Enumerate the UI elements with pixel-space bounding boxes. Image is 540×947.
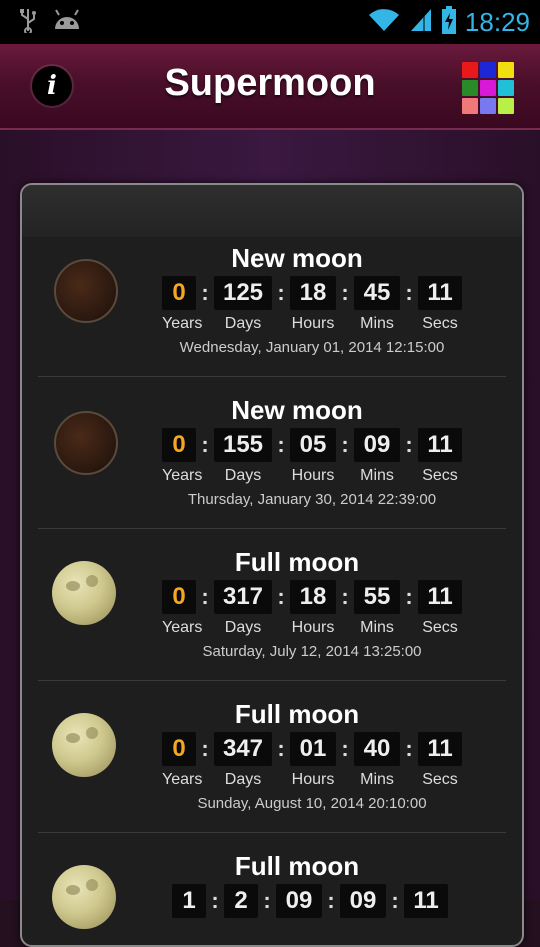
years-label: Years xyxy=(162,467,203,484)
list-item[interactable]: Full moon 1 : 2 : 09 : 09 : 11 xyxy=(22,813,522,945)
days-value: 317 xyxy=(214,580,272,614)
mins-label: Mins xyxy=(360,771,394,788)
days-label: Days xyxy=(224,315,262,332)
android-icon xyxy=(52,8,82,36)
countdown: 1 : 2 : 09 : 09 : 11 xyxy=(172,883,448,919)
event-title: New moon xyxy=(231,395,363,425)
app-title: Supermoon xyxy=(164,62,376,104)
years-value: 0 xyxy=(162,580,196,614)
mins-value: 40 xyxy=(354,732,400,766)
secs-value: 11 xyxy=(418,580,462,614)
days-value: 2 xyxy=(224,884,258,918)
hours-value: 05 xyxy=(290,428,336,462)
years-value: 0 xyxy=(162,428,196,462)
full-moon-icon xyxy=(52,561,116,625)
grid-cell-icon xyxy=(480,80,496,96)
secs-label: Secs xyxy=(422,771,458,788)
event-datetime: Sunday, August 10, 2014 20:10:00 xyxy=(197,795,427,812)
unit-labels: Years Days Hours Mins Secs xyxy=(162,467,462,487)
secs-label: Secs xyxy=(422,619,458,636)
secs-label: Secs xyxy=(422,467,458,484)
wifi-icon xyxy=(367,7,401,38)
secs-value: 11 xyxy=(418,276,462,310)
event-datetime: Wednesday, January 01, 2014 12:15:00 xyxy=(179,339,445,356)
status-time: 18:29 xyxy=(464,6,530,37)
days-value: 155 xyxy=(214,428,272,462)
list-item[interactable]: New moon 0 : 125 : 18 : 45 : 11 Years Da… xyxy=(22,205,522,377)
secs-value: 11 xyxy=(418,428,462,462)
hours-label: Hours xyxy=(291,315,335,332)
hours-value: 01 xyxy=(290,732,336,766)
hours-label: Hours xyxy=(291,467,335,484)
grid-cell-icon xyxy=(480,98,496,114)
secs-value: 11 xyxy=(418,732,462,766)
events-card: New moon 0 : 125 : 18 : 45 : 11 Years Da… xyxy=(20,183,524,947)
event-title: Full moon xyxy=(234,851,360,881)
unit-labels: Years Days Hours Mins Secs xyxy=(162,771,462,791)
new-moon-icon xyxy=(54,259,118,323)
years-value: 1 xyxy=(172,884,206,918)
battery-charging-icon xyxy=(441,5,457,39)
secs-value: 11 xyxy=(404,884,448,918)
years-label: Years xyxy=(162,315,203,332)
grid-cell-icon xyxy=(480,62,496,78)
new-moon-icon xyxy=(54,411,118,475)
years-value: 0 xyxy=(162,276,196,310)
grid-cell-icon xyxy=(498,80,514,96)
days-label: Days xyxy=(224,619,262,636)
secs-label: Secs xyxy=(422,315,458,332)
event-datetime: Thursday, January 30, 2014 22:39:00 xyxy=(187,491,437,508)
grid-cell-icon xyxy=(498,98,514,114)
signal-icon xyxy=(409,7,433,38)
mins-value: 09 xyxy=(340,884,386,918)
apps-grid-button[interactable] xyxy=(462,62,514,114)
status-bar: 18:29 xyxy=(0,0,540,44)
action-bar: i Supermoon xyxy=(0,44,540,130)
hours-label: Hours xyxy=(291,771,335,788)
countdown: 0 : 155 : 05 : 09 : 11 xyxy=(162,427,462,463)
grid-cell-icon xyxy=(462,98,478,114)
mins-value: 09 xyxy=(354,428,400,462)
hours-value: 09 xyxy=(276,884,322,918)
list-item[interactable]: New moon 0 : 155 : 05 : 09 : 11 Years Da… xyxy=(22,357,522,529)
list-item[interactable]: Full moon 0 : 347 : 01 : 40 : 11 Years D… xyxy=(22,661,522,833)
days-value: 125 xyxy=(214,276,272,310)
usb-icon xyxy=(18,7,38,38)
full-moon-icon xyxy=(52,865,116,929)
hours-label: Hours xyxy=(291,619,335,636)
unit-labels: Years Days Hours Mins Secs xyxy=(162,315,462,335)
event-title: Full moon xyxy=(234,547,360,577)
unit-labels: Years Days Hours Mins Secs xyxy=(162,619,462,639)
grid-cell-icon xyxy=(462,80,478,96)
years-label: Years xyxy=(162,771,203,788)
years-label: Years xyxy=(162,619,203,636)
event-title: New moon xyxy=(231,243,363,273)
days-label: Days xyxy=(224,771,262,788)
mins-value: 55 xyxy=(354,580,400,614)
countdown: 0 : 347 : 01 : 40 : 11 xyxy=(162,731,462,767)
mins-value: 45 xyxy=(354,276,400,310)
days-label: Days xyxy=(224,467,262,484)
mins-label: Mins xyxy=(360,315,394,332)
hours-value: 18 xyxy=(290,276,336,310)
years-value: 0 xyxy=(162,732,196,766)
grid-cell-icon xyxy=(498,62,514,78)
days-value: 347 xyxy=(214,732,272,766)
full-moon-icon xyxy=(52,713,116,777)
event-datetime: Saturday, July 12, 2014 13:25:00 xyxy=(202,643,422,660)
grid-cell-icon xyxy=(462,62,478,78)
list-item[interactable]: Full moon 0 : 317 : 18 : 55 : 11 Years D… xyxy=(22,509,522,681)
countdown: 0 : 317 : 18 : 55 : 11 xyxy=(162,579,462,615)
event-title: Full moon xyxy=(234,699,360,729)
countdown: 0 : 125 : 18 : 45 : 11 xyxy=(162,275,462,311)
mins-label: Mins xyxy=(360,467,394,484)
mins-label: Mins xyxy=(360,619,394,636)
hours-value: 18 xyxy=(290,580,336,614)
